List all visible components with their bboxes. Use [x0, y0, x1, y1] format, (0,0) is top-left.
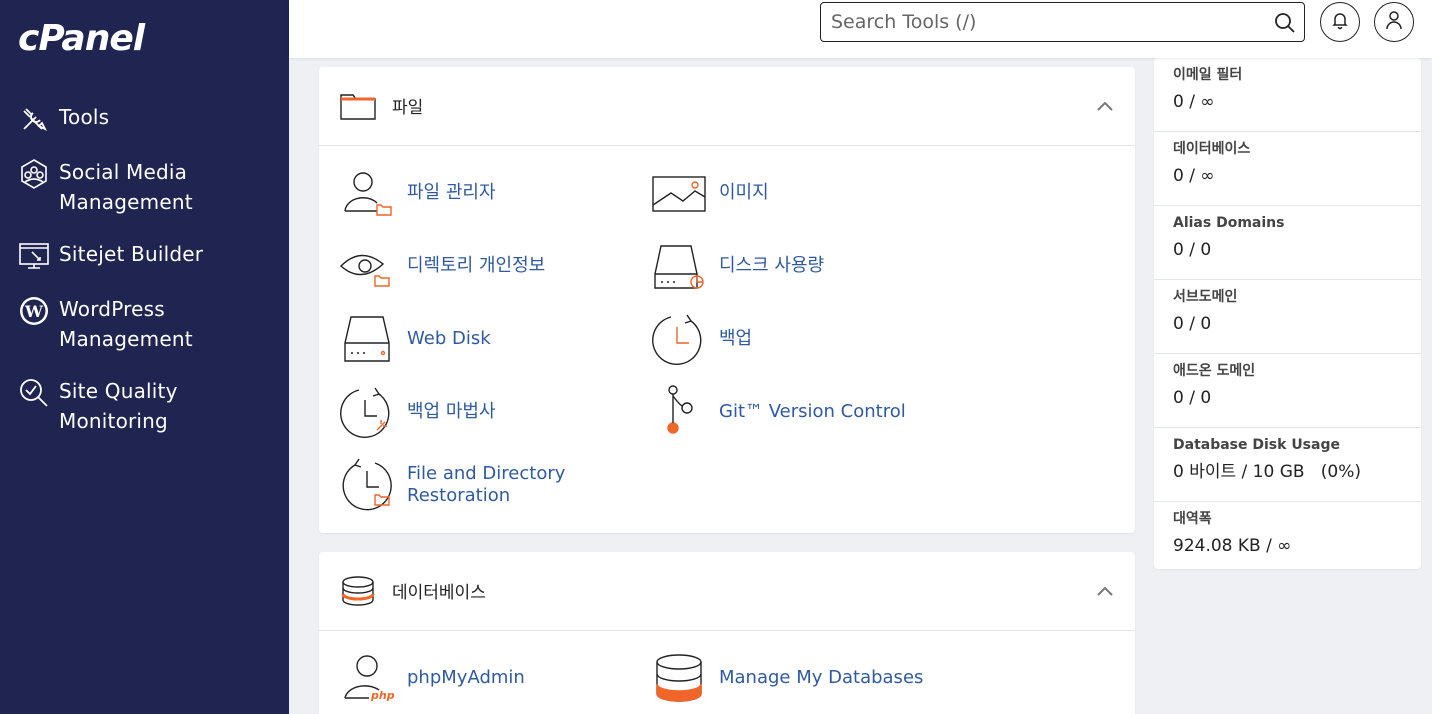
- folder-icon: [339, 89, 377, 123]
- sidebar-item-sitejet[interactable]: Sitejet Builder: [0, 237, 289, 274]
- tool-label: phpMyAdmin: [407, 667, 525, 688]
- tool-label: Manage My Databases: [719, 667, 924, 688]
- tool-label: Web Disk: [407, 328, 491, 349]
- tool-manage-databases[interactable]: Manage My Databases: [651, 650, 923, 706]
- svg-text:W: W: [24, 302, 44, 321]
- stat-label: 애드온 도메인: [1173, 363, 1256, 379]
- tool-images[interactable]: 이미지: [651, 165, 769, 221]
- chevron-up-icon[interactable]: [1095, 97, 1115, 117]
- tool-file-manager[interactable]: 파일 관리자: [339, 165, 496, 221]
- stat-label: 데이터베이스: [1173, 141, 1251, 157]
- site-quality-icon: [18, 377, 50, 409]
- panel-title: 파일: [392, 98, 424, 118]
- tool-label: 이미지: [719, 182, 769, 203]
- tool-directory-privacy[interactable]: 디렉토리 개인정보: [339, 238, 545, 294]
- stat-label: 이메일 필터: [1173, 67, 1243, 83]
- stat-value: 0 / ∞: [1173, 166, 1215, 186]
- tool-disk-usage[interactable]: 디스크 사용량: [651, 238, 824, 294]
- cpanel-logo[interactable]: cPanel: [18, 18, 145, 59]
- phpmyadmin-icon: php: [339, 650, 395, 706]
- databases-panel-header[interactable]: 데이터베이스: [319, 552, 1135, 631]
- stat-label: 대역폭: [1173, 511, 1212, 527]
- top-header: [289, 0, 1432, 58]
- sidebar-item-tools[interactable]: Tools: [0, 100, 289, 137]
- stat-value: 0 바이트 / 10 GB (0%): [1173, 462, 1361, 482]
- search-icon[interactable]: [1274, 12, 1296, 34]
- backup-icon: [651, 311, 707, 367]
- user-menu-button[interactable]: [1374, 2, 1414, 42]
- sidebar-item-label: Tools: [59, 105, 110, 129]
- panel-title: 데이터베이스: [392, 583, 486, 603]
- stat-email-filters: 이메일 필터 0 / ∞: [1154, 58, 1421, 132]
- tool-git-version-control[interactable]: Git™ Version Control: [651, 384, 906, 440]
- files-panel: 파일 파일 관리자 이미지 디렉토리 개인정보 디스크 사용량 Web Disk: [319, 67, 1135, 533]
- tool-label: File and Directory Restoration: [407, 463, 566, 506]
- sidebar-item-label: WordPress Management: [59, 297, 193, 351]
- stat-alias-domains: Alias Domains 0 / 0: [1154, 206, 1421, 280]
- stat-value: 0 / 0: [1173, 314, 1212, 334]
- stat-bandwidth: 대역폭 924.08 KB / ∞: [1154, 502, 1421, 576]
- directory-privacy-icon: [339, 238, 395, 294]
- database-icon: [339, 574, 377, 608]
- stat-value: 0 / 0: [1173, 240, 1212, 260]
- wordpress-icon: W: [18, 295, 50, 327]
- tool-label: Git™ Version Control: [719, 401, 906, 422]
- svg-text:php: php: [370, 689, 395, 702]
- tool-backup-wizard[interactable]: 백업 마법사: [339, 384, 496, 440]
- sidebar: cPanel Tools Social Media Management Sit…: [0, 0, 289, 714]
- tool-label: 디스크 사용량: [719, 255, 825, 276]
- tool-label: 파일 관리자: [407, 182, 496, 203]
- tool-label: 백업: [719, 328, 753, 349]
- user-icon: [1384, 10, 1404, 35]
- databases-panel: 데이터베이스 php phpMyAdmin Manage My Database…: [319, 552, 1135, 714]
- manage-databases-icon: [651, 650, 707, 706]
- web-disk-icon: [339, 311, 395, 367]
- sidebar-item-wordpress[interactable]: W WordPress Management: [0, 292, 289, 356]
- tool-backup[interactable]: 백업: [651, 311, 752, 367]
- tool-file-directory-restoration[interactable]: File and Directory Restoration: [339, 457, 587, 513]
- stat-databases: 데이터베이스 0 / ∞: [1154, 132, 1421, 206]
- files-panel-header[interactable]: 파일: [319, 67, 1135, 146]
- tool-label: 디렉토리 개인정보: [407, 255, 546, 276]
- git-icon: [651, 384, 707, 440]
- tool-label: 백업 마법사: [407, 401, 496, 422]
- restoration-icon: [339, 457, 395, 513]
- notifications-button[interactable]: [1320, 2, 1360, 42]
- search-input[interactable]: [831, 4, 1271, 40]
- stat-value: 0 / ∞: [1173, 92, 1215, 112]
- tool-web-disk[interactable]: Web Disk: [339, 311, 491, 367]
- bell-icon: [1330, 10, 1350, 35]
- stat-value: 0 / 0: [1173, 388, 1212, 408]
- stat-label: Database Disk Usage: [1173, 437, 1340, 453]
- file-manager-icon: [339, 165, 395, 221]
- sidebar-item-label: Site Quality Monitoring: [59, 379, 178, 433]
- sidebar-item-label: Social Media Management: [59, 160, 193, 214]
- stat-label: Alias Domains: [1173, 215, 1285, 231]
- stat-value: 924.08 KB / ∞: [1173, 536, 1292, 556]
- tools-icon: [18, 103, 50, 135]
- sidebar-item-label: Sitejet Builder: [59, 242, 204, 266]
- stat-label: 서브도메인: [1173, 289, 1238, 305]
- chevron-up-icon[interactable]: [1095, 582, 1115, 602]
- images-icon: [651, 165, 707, 221]
- backup-wizard-icon: [339, 384, 395, 440]
- stat-addon-domains: 애드온 도메인 0 / 0: [1154, 354, 1421, 428]
- stats-panel: 이메일 필터 0 / ∞ 데이터베이스 0 / ∞ Alias Domains …: [1154, 58, 1421, 569]
- stat-subdomains: 서브도메인 0 / 0: [1154, 280, 1421, 354]
- search-box: [820, 2, 1305, 42]
- stat-database-disk-usage: Database Disk Usage 0 바이트 / 10 GB (0%): [1154, 428, 1421, 502]
- tool-phpmyadmin[interactable]: php phpMyAdmin: [339, 650, 525, 706]
- sidebar-item-social-media[interactable]: Social Media Management: [0, 155, 289, 219]
- sidebar-nav: Tools Social Media Management Sitejet Bu…: [0, 100, 289, 456]
- disk-usage-icon: [651, 238, 707, 294]
- sitejet-icon: [18, 240, 50, 272]
- social-media-icon: [18, 158, 50, 190]
- sidebar-item-site-quality[interactable]: Site Quality Monitoring: [0, 374, 289, 438]
